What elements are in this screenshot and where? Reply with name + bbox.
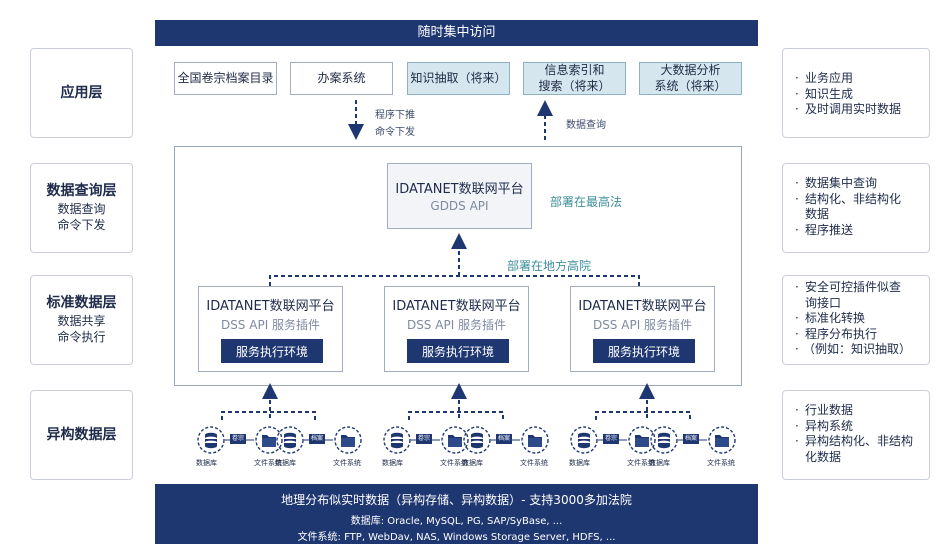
note-standard-item: 安全可控插件似查 询接口 <box>795 280 919 311</box>
note-query: 数据集中查询 结构化、非结构化 数据 程序推送 <box>782 163 930 253</box>
note-heterogeneous-item: 异构结构化、非结构 化数据 <box>795 434 919 465</box>
file-system-label: 文件系统 <box>707 459 735 467</box>
database-label: 数据库 <box>649 459 670 467</box>
database-label: 数据库 <box>196 459 217 467</box>
source-bus-1 <box>221 411 316 420</box>
note-query-item: 结构化、非结构化 数据 <box>795 192 919 223</box>
note-app-item: 业务应用 <box>795 71 919 87</box>
database-label: 数据库 <box>462 459 483 467</box>
database-icon <box>205 432 217 449</box>
database-icon <box>471 432 483 449</box>
source-tag: 档案 <box>683 434 700 444</box>
source-tag: 卷宗 <box>230 434 247 444</box>
database-icon <box>658 432 670 449</box>
source-bus-2 <box>408 411 504 420</box>
file-system-label: 文件系统 <box>333 459 361 467</box>
source-tag: 卷宗 <box>416 434 433 444</box>
database-icon <box>578 432 590 449</box>
source-tag: 卷宗 <box>603 434 620 444</box>
database-icon <box>391 432 403 449</box>
note-query-item: 程序推送 <box>795 223 919 239</box>
note-app-item: 及时调用实时数据 <box>795 102 919 118</box>
note-app: 业务应用 知识生成 及时调用实时数据 <box>782 48 930 138</box>
note-query-item: 数据集中查询 <box>795 176 919 192</box>
database-icon <box>284 432 296 449</box>
note-heterogeneous-item: 异构系统 <box>795 419 919 435</box>
database-label: 数据库 <box>569 459 590 467</box>
note-standard-item: 标准化转换 <box>795 311 919 327</box>
database-label: 数据库 <box>382 459 403 467</box>
note-standard: 安全可控插件似查 询接口 标准化转换 程序分布执行 （例如：知识抽取） <box>782 275 930 365</box>
database-label: 数据库 <box>275 459 296 467</box>
source-tag: 档案 <box>309 434 326 444</box>
note-heterogeneous-item: 行业数据 <box>795 403 919 419</box>
note-app-item: 知识生成 <box>795 87 919 103</box>
bottom-banner-title: 地理分布似实时数据（异构存储、异构数据）- 支持3000多加法院 <box>281 493 632 507</box>
source-tag: 档案 <box>496 434 513 444</box>
note-standard-item: （例如：知识抽取） <box>795 342 919 358</box>
bottom-banner-db-line: 数据库: Oracle, MySQL, PG, SAP/SyBase, ... <box>350 516 563 527</box>
bottom-banner-fs-line: 文件系统: FTP, WebDav, NAS, Windows Storage … <box>297 532 616 543</box>
note-heterogeneous: 行业数据 异构系统 异构结构化、非结构 化数据 <box>782 390 930 480</box>
source-bus-3 <box>595 411 691 420</box>
note-standard-item: 程序分布执行 <box>795 327 919 343</box>
local-bus <box>269 275 640 286</box>
file-system-label: 文件系统 <box>520 459 548 467</box>
bottom-banner: 地理分布似实时数据（异构存储、异构数据）- 支持3000多加法院 数据库: Or… <box>155 484 758 544</box>
